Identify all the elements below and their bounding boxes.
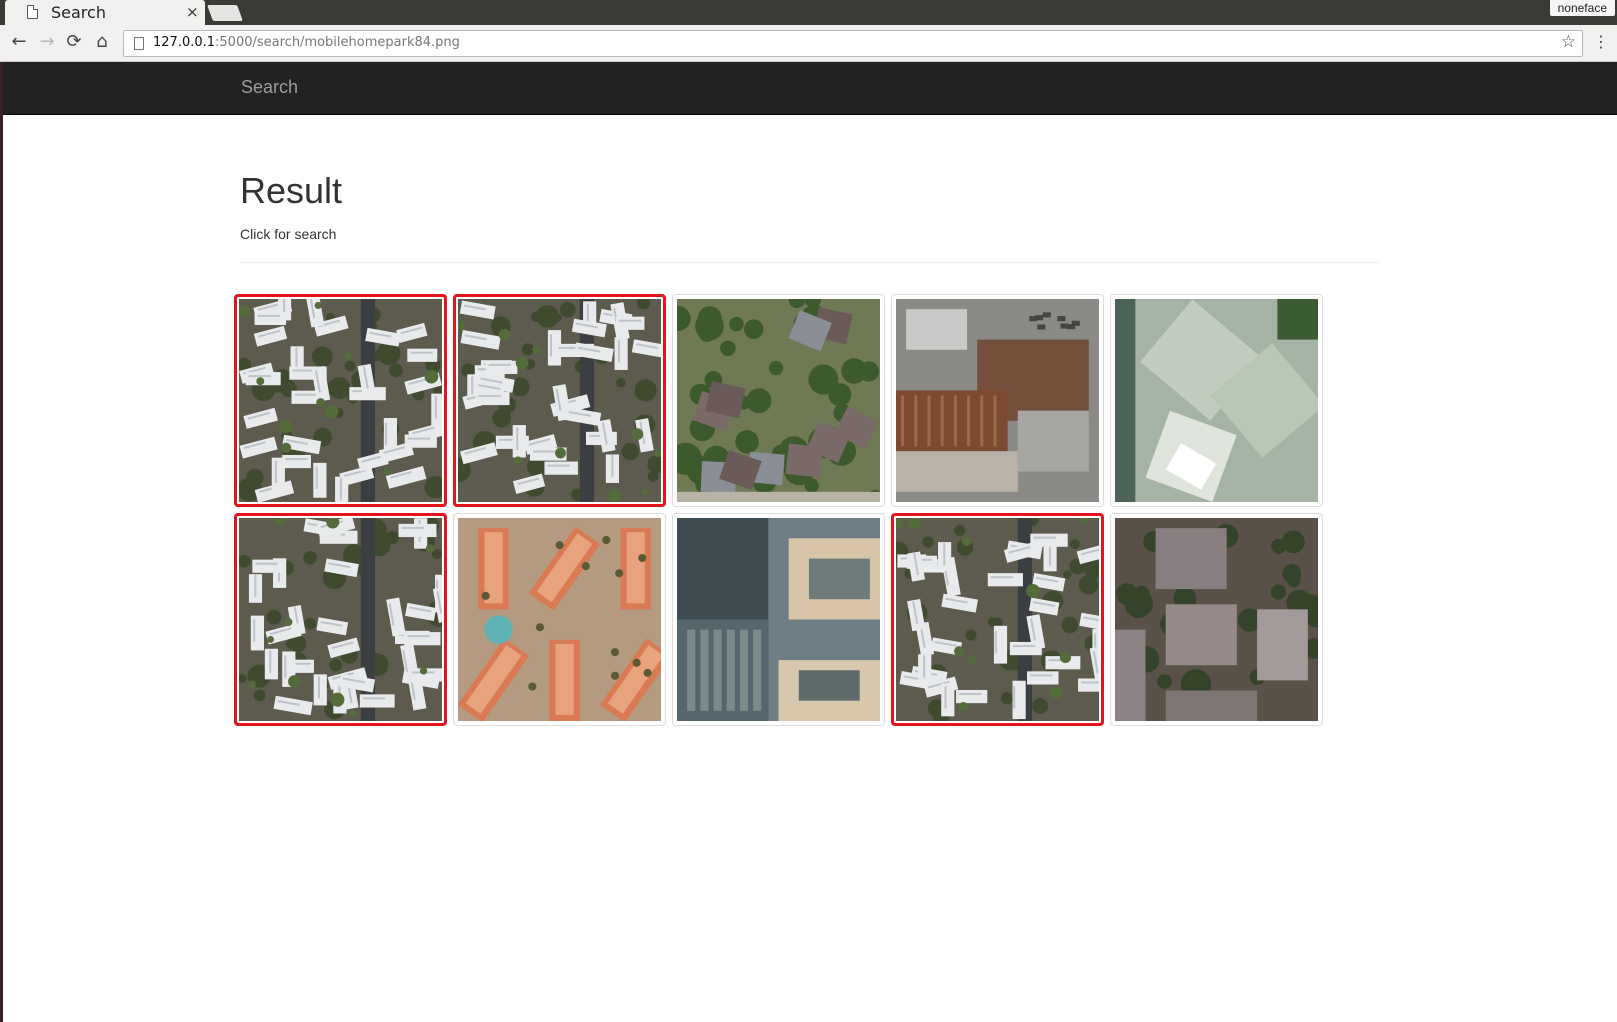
browser-toolbar: ← → ⟳ ⌂ 127.0.0.1:5000/search/mobilehome…	[0, 25, 1617, 62]
result-thumbnail[interactable]	[234, 513, 447, 726]
browser-tab-bar: Search × noneface	[0, 0, 1617, 25]
browser-tab[interactable]: Search ×	[5, 0, 205, 25]
result-thumbnail[interactable]	[672, 294, 885, 507]
page-title: Result	[240, 170, 343, 211]
desktop-edge	[0, 0, 3, 1022]
aerial-image-industrial	[896, 299, 1099, 502]
tab-title: Search	[51, 3, 106, 22]
page-subtitle: Click for search	[240, 226, 337, 242]
result-thumbnail[interactable]	[1110, 513, 1323, 726]
aerial-image-residential	[677, 299, 880, 502]
divider	[240, 262, 1380, 263]
result-thumbnail[interactable]	[672, 513, 885, 726]
result-thumbnail[interactable]	[234, 294, 447, 507]
home-icon[interactable]: ⌂	[91, 31, 113, 53]
new-tab-button[interactable]	[207, 5, 243, 21]
aerial-image-tall-buildings	[677, 518, 880, 721]
aerial-image-mobile-home-park	[896, 518, 1099, 721]
back-arrow-icon[interactable]: ←	[8, 31, 30, 53]
result-thumbnail[interactable]	[891, 513, 1104, 726]
url-text[interactable]: 127.0.0.1:5000/search/mobilehomepark84.p…	[153, 35, 460, 50]
aerial-image-apartments-pool	[458, 518, 661, 721]
tab-close-icon[interactable]: ×	[186, 3, 199, 21]
forward-arrow-icon[interactable]: →	[36, 31, 58, 53]
aerial-image-mobile-home-park	[239, 518, 442, 721]
browser-menu-icon[interactable]: ⋮	[1593, 32, 1609, 51]
page-icon	[27, 5, 38, 19]
result-thumbnail[interactable]	[453, 294, 666, 507]
result-thumbnail[interactable]	[453, 513, 666, 726]
site-navbar: Search	[3, 62, 1617, 115]
page-info-icon[interactable]	[134, 37, 144, 50]
navbar-brand-link[interactable]: Search	[241, 77, 298, 98]
address-bar[interactable]: 127.0.0.1:5000/search/mobilehomepark84.p…	[123, 30, 1583, 57]
profile-badge[interactable]: noneface	[1549, 0, 1615, 16]
bookmark-star-icon[interactable]: ☆	[1561, 32, 1576, 52]
result-thumbnail[interactable]	[891, 294, 1104, 507]
aerial-image-mobile-home-park	[239, 299, 442, 502]
aerial-image-large-building	[1115, 299, 1318, 502]
aerial-image-flat-roof-residential	[1115, 518, 1318, 721]
aerial-image-mobile-home-park	[458, 299, 661, 502]
result-thumbnail[interactable]	[1110, 294, 1323, 507]
reload-icon[interactable]: ⟳	[63, 31, 85, 53]
